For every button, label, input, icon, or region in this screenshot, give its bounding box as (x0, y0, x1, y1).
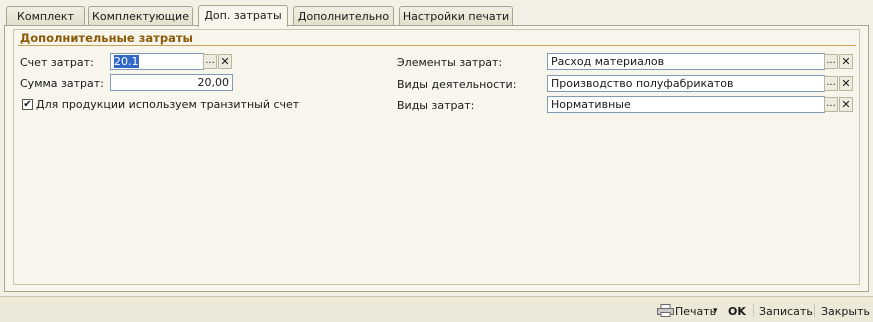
footer-separator (753, 303, 754, 317)
activity-select-button[interactable]: ... (824, 76, 838, 91)
account-clear-button[interactable]: ✕ (218, 54, 232, 69)
save-button[interactable]: Записать (759, 305, 813, 318)
tab-dop-zatraty[interactable]: Доп. затраты (198, 5, 288, 27)
footer-separator (814, 303, 815, 317)
sum-label: Сумма затрат: (20, 77, 104, 90)
ok-button[interactable]: OK (728, 305, 746, 318)
account-label: Счет затрат: (20, 56, 94, 69)
elements-label: Элементы затрат: (397, 56, 503, 69)
tab-komplektuyushie[interactable]: Комплектующие (88, 6, 193, 25)
activity-input[interactable]: Производство полуфабрикатов (547, 75, 825, 92)
tab-print-settings[interactable]: Настройки печати (399, 6, 513, 25)
cost-types-clear-button[interactable]: ✕ (839, 97, 853, 112)
elements-clear-button[interactable]: ✕ (839, 54, 853, 69)
cost-types-input[interactable]: Нормативные (547, 96, 825, 113)
account-value: 20.1 (114, 55, 139, 68)
tab-komplekt[interactable]: Комплект (6, 6, 85, 25)
cost-types-select-button[interactable]: ... (824, 97, 838, 112)
tab-dopolnitelno[interactable]: Дополнительно (293, 6, 394, 25)
activity-label: Виды деятельности: (397, 78, 517, 91)
transit-checkbox-label[interactable]: Для продукции используем транзитный счет (36, 98, 299, 111)
group-title: Дополнительные затраты (20, 31, 193, 45)
elements-select-button[interactable]: ... (824, 54, 838, 69)
sum-input[interactable]: 20,00 (110, 74, 233, 91)
transit-checkbox[interactable]: ✔ (22, 99, 33, 110)
group-divider (18, 45, 856, 46)
print-dropdown-arrow[interactable]: ▾ (713, 306, 718, 316)
account-input[interactable]: 20.1 (110, 53, 204, 70)
activity-clear-button[interactable]: ✕ (839, 76, 853, 91)
close-button[interactable]: Закрыть (821, 305, 870, 318)
print-button[interactable]: Печать (675, 305, 716, 318)
cost-types-label: Виды затрат: (397, 99, 475, 112)
account-select-button[interactable]: ... (203, 54, 217, 69)
printer-icon[interactable] (657, 304, 674, 317)
elements-input[interactable]: Расход материалов (547, 53, 825, 70)
